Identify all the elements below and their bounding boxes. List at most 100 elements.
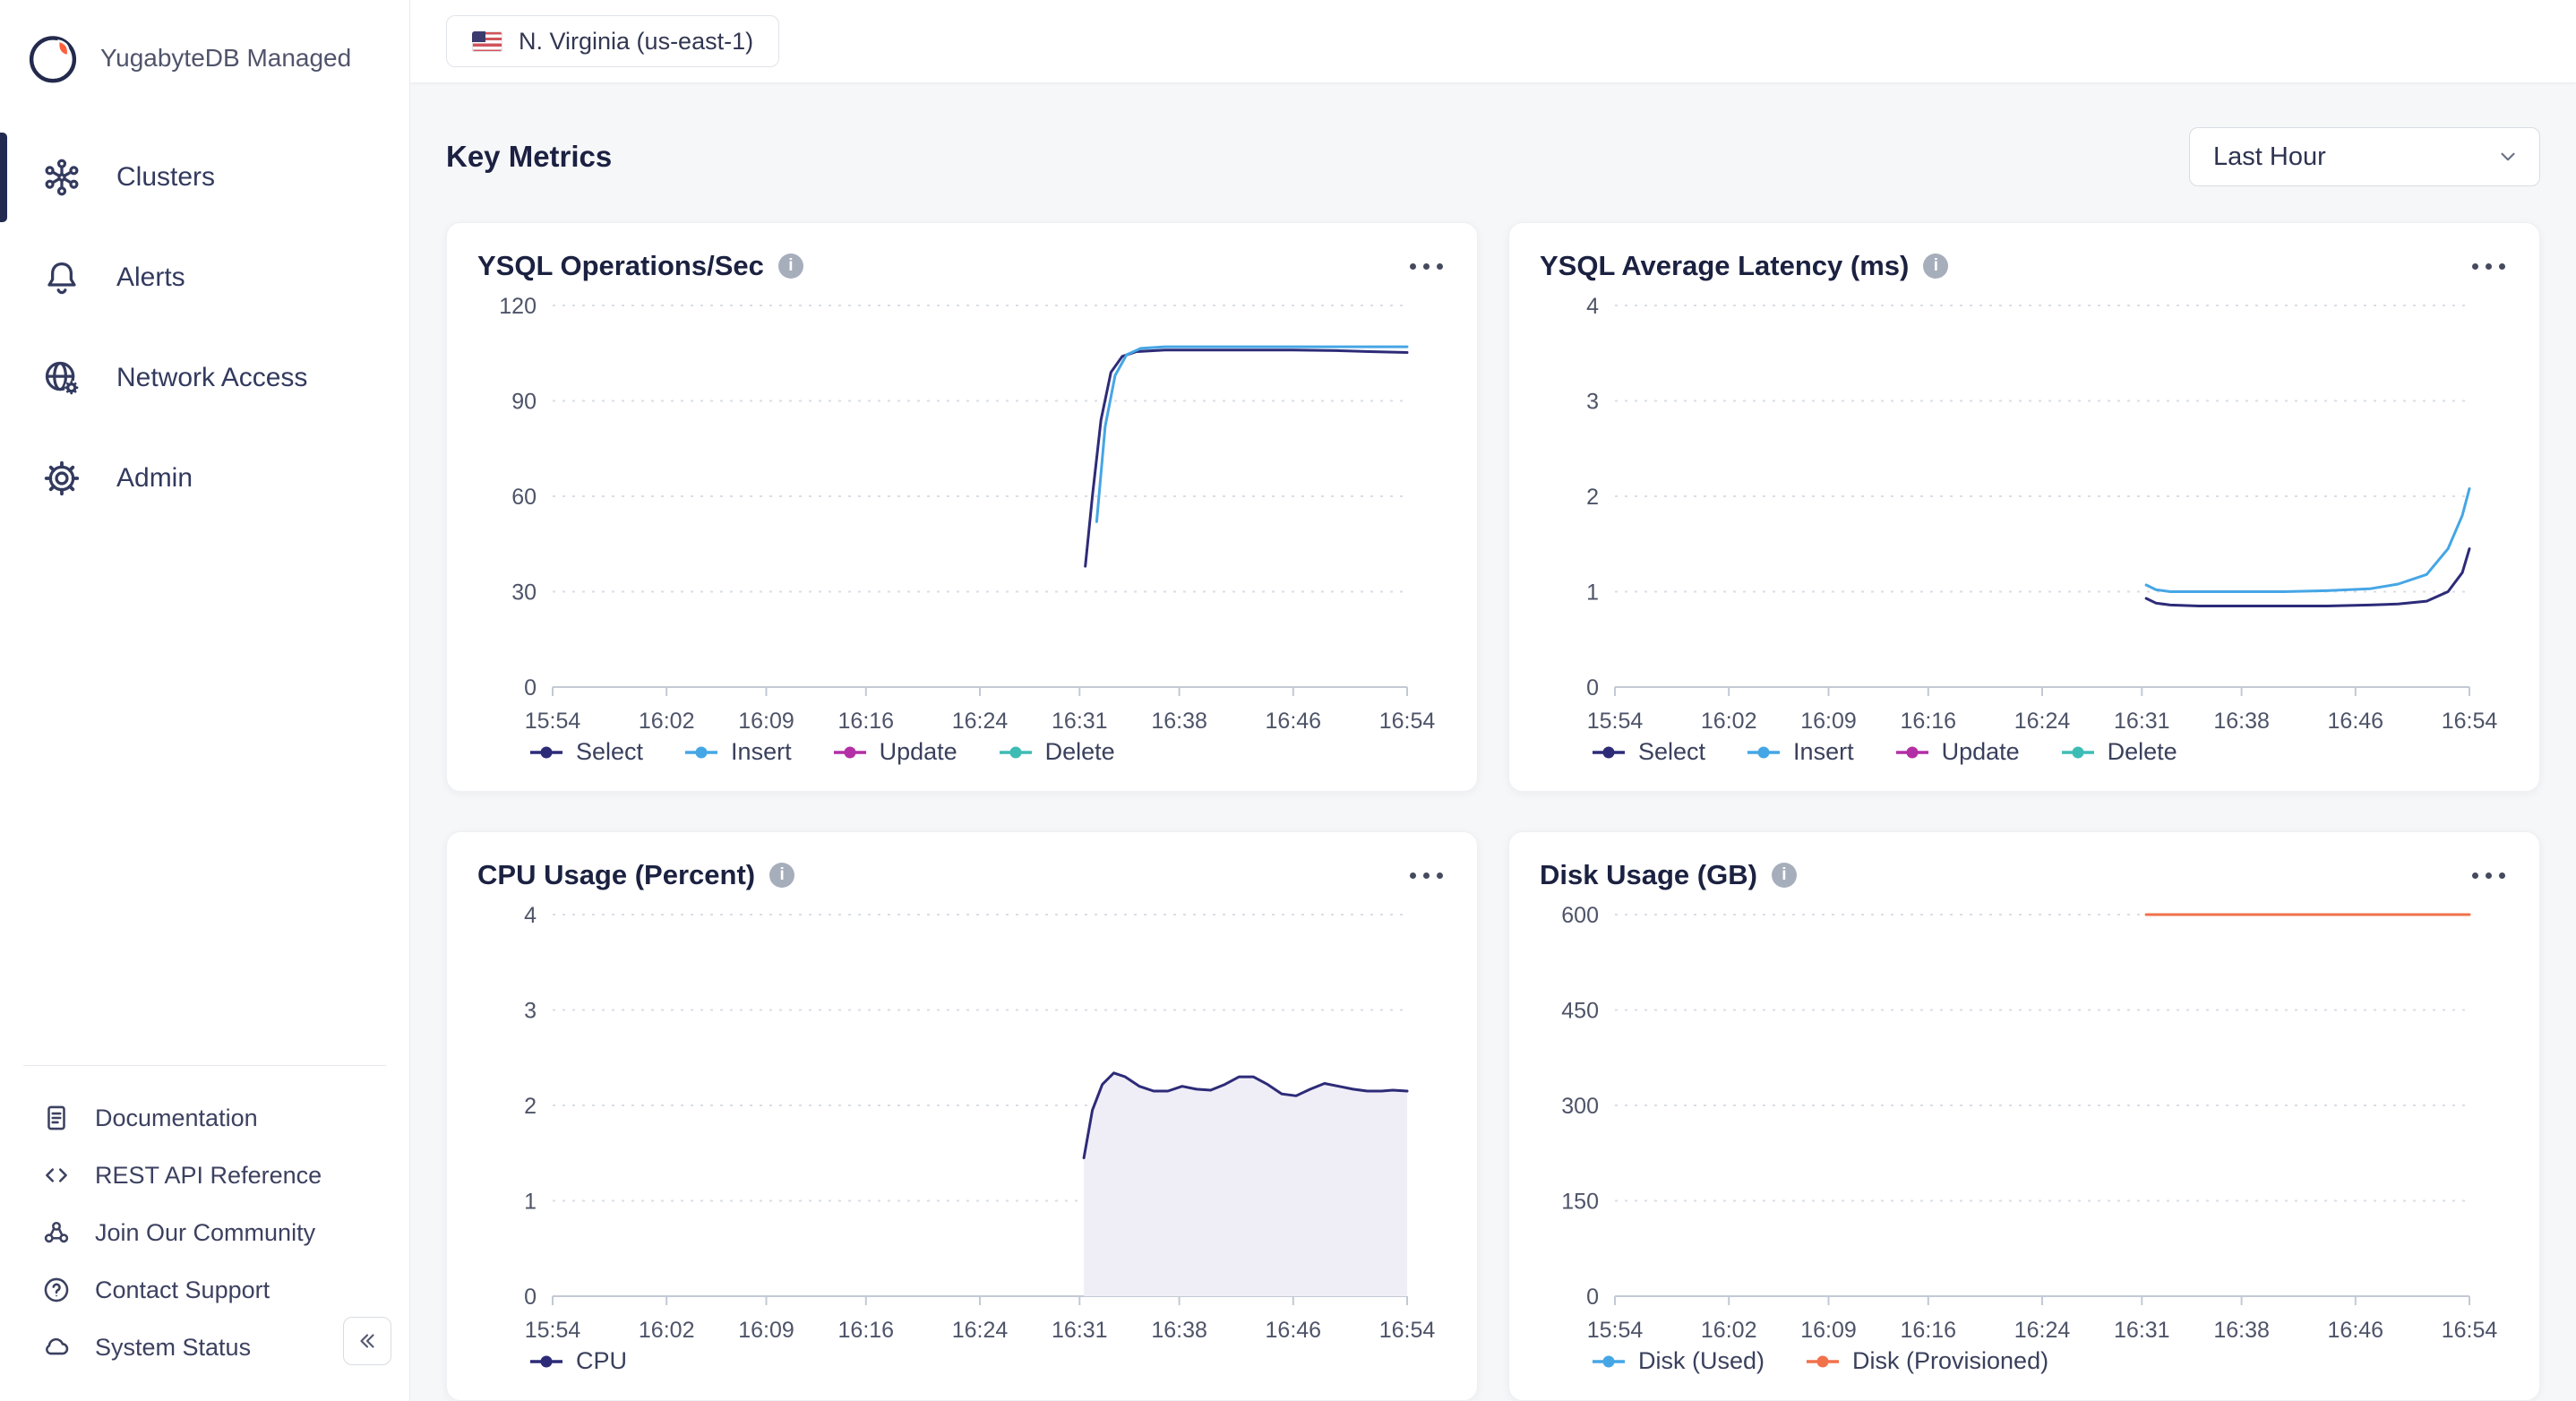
sidebar-item-alerts[interactable]: Alerts — [0, 228, 409, 328]
sidebar-nav: Clusters Alerts Network Access — [0, 127, 409, 529]
sidebar-item-contact-support[interactable]: Contact Support — [0, 1261, 409, 1319]
svg-text:1: 1 — [1586, 580, 1599, 606]
sidebar-item-admin[interactable]: Admin — [0, 428, 409, 529]
legend-item-select[interactable]: Select — [1592, 738, 1705, 766]
legend-marker-icon — [529, 1355, 563, 1368]
sidebar-item-documentation[interactable]: Documentation — [0, 1089, 409, 1147]
disk-usage-chart: 015030045060015:5416:0216:0916:1616:2416… — [1540, 891, 2509, 1337]
svg-text:0: 0 — [1586, 1285, 1599, 1310]
api-icon — [41, 1160, 72, 1190]
legend-marker-icon — [529, 746, 563, 759]
sidebar-divider — [23, 1065, 386, 1066]
us-flag-icon — [472, 31, 502, 52]
card-header: YSQL Operations/Sec — [477, 250, 1447, 282]
footer-item-label: REST API Reference — [95, 1162, 322, 1190]
content: Key Metrics Last Hour YSQL Operations/Se… — [410, 82, 2576, 1401]
sidebar-item-label: Admin — [116, 463, 193, 494]
region-label: N. Virginia (us-east-1) — [519, 28, 753, 56]
legend-item-update[interactable]: Update — [833, 738, 957, 766]
info-icon[interactable] — [1923, 254, 1948, 279]
sidebar-item-label: Clusters — [116, 162, 215, 193]
card-title: CPU Usage (Percent) — [477, 859, 755, 891]
chart-legend: CPU — [477, 1337, 1447, 1380]
sidebar: YugabyteDB Managed Clusters Alerts — [0, 0, 410, 1401]
legend-marker-icon — [1592, 1355, 1626, 1368]
legend-label: Disk (Provisioned) — [1852, 1347, 2048, 1375]
footer-item-label: Join Our Community — [95, 1219, 315, 1247]
info-icon[interactable] — [1772, 863, 1797, 888]
svg-text:90: 90 — [511, 390, 537, 415]
legend-item-disk-used[interactable]: Disk (Used) — [1592, 1347, 1765, 1375]
legend-item-disk-provisioned[interactable]: Disk (Provisioned) — [1806, 1347, 2048, 1375]
svg-text:150: 150 — [1561, 1190, 1599, 1215]
card-header: CPU Usage (Percent) — [477, 859, 1447, 891]
svg-text:0: 0 — [524, 675, 537, 700]
legend-marker-icon — [2061, 746, 2095, 759]
legend-item-select[interactable]: Select — [529, 738, 643, 766]
legend-label: Update — [880, 738, 957, 766]
clusters-icon — [41, 157, 82, 198]
system-status-icon — [41, 1332, 72, 1362]
region-chip[interactable]: N. Virginia (us-east-1) — [446, 15, 779, 67]
metrics-grid: YSQL Operations/Sec 030609012015:5416:02… — [446, 222, 2540, 1401]
legend-label: Insert — [1793, 738, 1854, 766]
cpu-usage-chart: 0123415:5416:0216:0916:1616:2416:3116:38… — [477, 891, 1447, 1337]
sidebar-item-network-access[interactable]: Network Access — [0, 328, 409, 428]
ysql-latency-chart: 0123415:5416:0216:0916:1616:2416:3116:38… — [1540, 282, 2509, 727]
legend-item-insert[interactable]: Insert — [1747, 738, 1854, 766]
document-icon — [41, 1103, 72, 1133]
time-range-select[interactable]: Last Hour — [2189, 127, 2540, 186]
svg-text:450: 450 — [1561, 999, 1599, 1024]
legend-item-insert[interactable]: Insert — [684, 738, 792, 766]
legend-label: Disk (Used) — [1638, 1347, 1765, 1375]
chart-legend: Select Insert Update Delete — [477, 727, 1447, 771]
brand-name: YugabyteDB Managed — [100, 44, 351, 73]
svg-text:2: 2 — [1586, 485, 1599, 510]
main-area: N. Virginia (us-east-1) Key Metrics Last… — [410, 0, 2576, 1401]
legend-label: Select — [576, 738, 643, 766]
chart-legend: Disk (Used) Disk (Provisioned) — [1540, 1337, 2509, 1380]
chart-canvas: 015030045060015:5416:0216:0916:1616:2416… — [1540, 891, 2509, 1364]
legend-item-update[interactable]: Update — [1895, 738, 2020, 766]
sidebar-collapse-button[interactable] — [343, 1317, 391, 1365]
time-range-value: Last Hour — [2213, 142, 2326, 172]
chevron-down-icon — [2496, 145, 2520, 168]
card-title: Disk Usage (GB) — [1540, 859, 1757, 891]
card-more-menu[interactable] — [1406, 254, 1447, 279]
yugabyte-logo-icon — [25, 30, 81, 86]
chart-canvas: 0123415:5416:0216:0916:1616:2416:3116:38… — [1540, 282, 2509, 755]
legend-marker-icon — [684, 746, 718, 759]
sidebar-item-clusters[interactable]: Clusters — [0, 127, 409, 228]
card-more-menu[interactable] — [2469, 254, 2509, 279]
legend-label: Delete — [1045, 738, 1115, 766]
svg-text:2: 2 — [524, 1094, 537, 1119]
page-title: Key Metrics — [446, 140, 612, 174]
sidebar-item-label: Network Access — [116, 363, 307, 393]
sidebar-item-rest-api-reference[interactable]: REST API Reference — [0, 1147, 409, 1204]
legend-label: Update — [1942, 738, 2020, 766]
app-logo[interactable]: YugabyteDB Managed — [0, 0, 409, 104]
svg-text:300: 300 — [1561, 1094, 1599, 1119]
svg-text:120: 120 — [499, 294, 537, 319]
svg-text:0: 0 — [1586, 675, 1599, 700]
card-header: Disk Usage (GB) — [1540, 859, 2509, 891]
svg-text:4: 4 — [1586, 294, 1599, 319]
legend-marker-icon — [1592, 746, 1626, 759]
svg-text:3: 3 — [524, 999, 537, 1024]
chart-canvas: 030609012015:5416:0216:0916:1616:2416:31… — [477, 282, 1447, 755]
legend-marker-icon — [999, 746, 1033, 759]
card-more-menu[interactable] — [1406, 864, 1447, 888]
sidebar-item-join-our-community[interactable]: Join Our Community — [0, 1204, 409, 1261]
info-icon[interactable] — [778, 254, 803, 279]
card-cpu-usage: CPU Usage (Percent) 0123415:5416:0216:09… — [446, 831, 1478, 1401]
legend-item-delete[interactable]: Delete — [2061, 738, 2177, 766]
info-icon[interactable] — [769, 863, 794, 888]
card-more-menu[interactable] — [2469, 864, 2509, 888]
legend-item-cpu[interactable]: CPU — [529, 1347, 627, 1375]
footer-item-label: Contact Support — [95, 1276, 270, 1304]
chart-canvas: 0123415:5416:0216:0916:1616:2416:3116:38… — [477, 891, 1447, 1364]
legend-item-delete[interactable]: Delete — [999, 738, 1115, 766]
card-disk-usage: Disk Usage (GB) 015030045060015:5416:021… — [1508, 831, 2540, 1401]
legend-label: Delete — [2108, 738, 2177, 766]
sidebar-item-label: Alerts — [116, 262, 185, 293]
